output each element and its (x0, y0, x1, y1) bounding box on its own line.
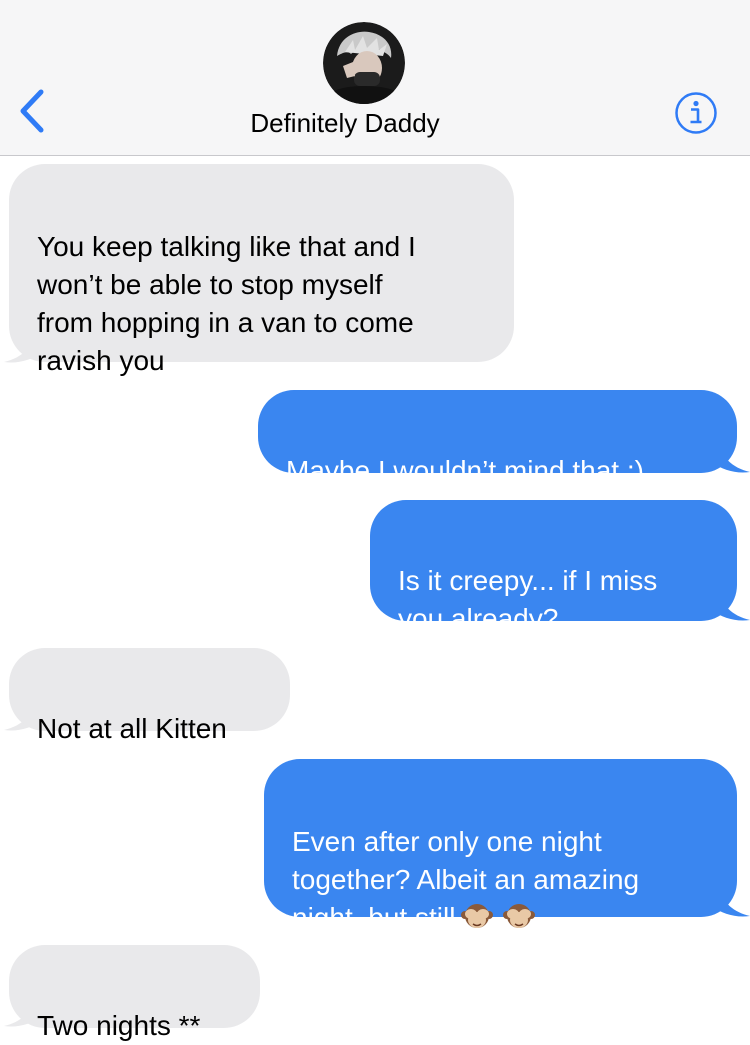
message-bubble-incoming[interactable]: Not at all Kitten (9, 648, 290, 744)
message-text: You keep talking like that and I won’t b… (37, 231, 416, 376)
contact-name-label: Definitely Daddy (250, 108, 440, 138)
info-button[interactable] (674, 91, 718, 135)
message-bubble-incoming[interactable]: Two nights ** (9, 945, 260, 1041)
see-no-evil-monkey-icon (461, 904, 494, 928)
message-bubble-outgoing[interactable]: Is it creepy... if I miss you already? (370, 500, 737, 634)
info-circle-icon (675, 92, 717, 134)
avatar (323, 22, 405, 104)
message-text: Is it creepy... if I miss you already? (398, 565, 658, 634)
message-bubble-incoming[interactable]: You keep talking like that and I won’t b… (9, 164, 514, 376)
contact-avatar[interactable] (323, 22, 405, 104)
message-text: Not at all Kitten (37, 713, 227, 744)
conversation-header: Definitely Daddy (0, 0, 750, 156)
contact-name[interactable]: Definitely Daddy (0, 108, 710, 139)
message-bubble-outgoing[interactable]: Even after only one night together? Albe… (264, 759, 737, 933)
message-text: Two nights ** (37, 1010, 201, 1041)
message-bubble-outgoing[interactable]: Maybe I wouldn’t mind that ;) (258, 390, 737, 486)
see-no-evil-monkey-icon (503, 904, 536, 928)
message-text: Maybe I wouldn’t mind that ;) (286, 455, 644, 486)
